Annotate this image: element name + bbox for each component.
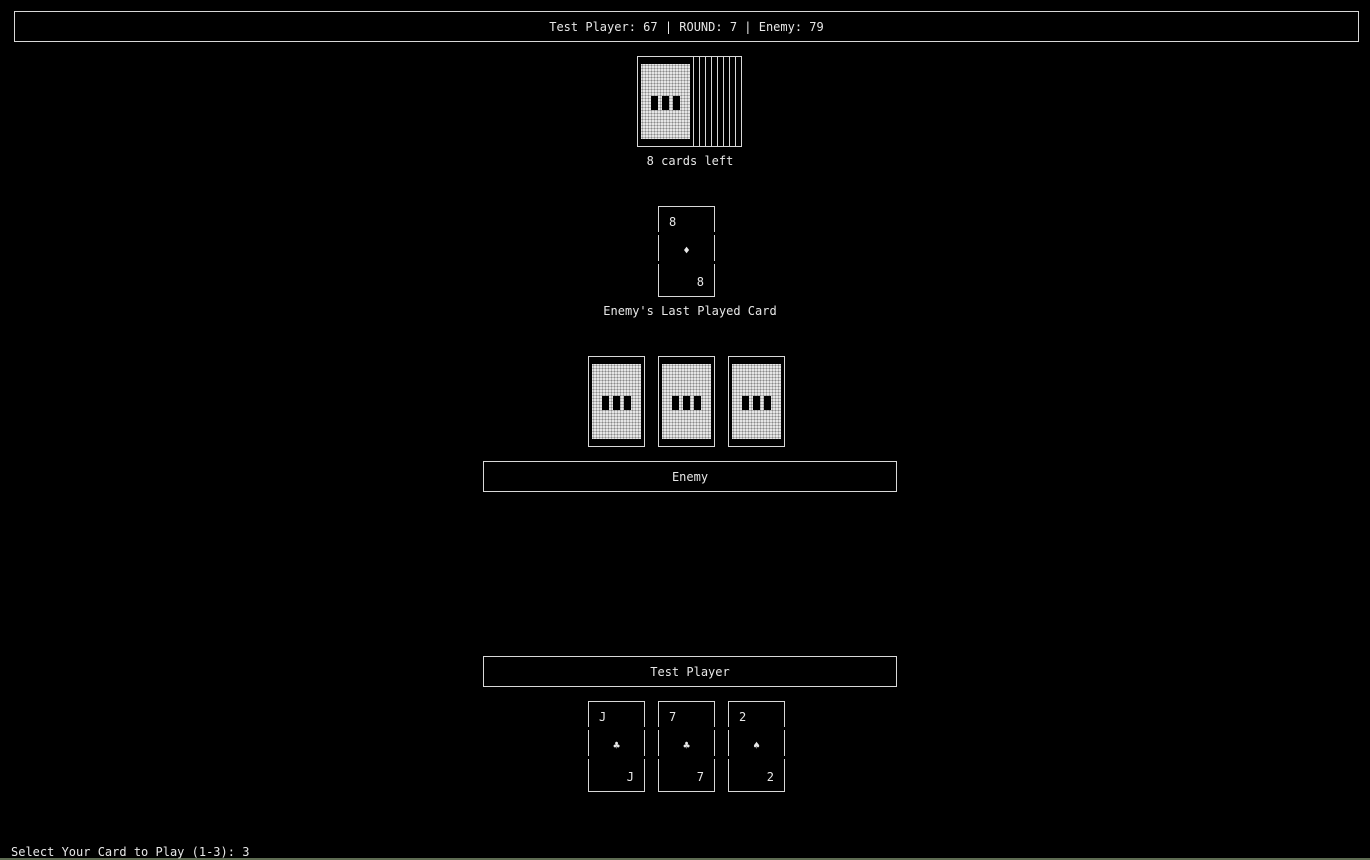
card-back-pattern	[641, 64, 690, 139]
diamond-suit-icon: ♦	[683, 244, 690, 257]
scoreboard: Test Player: 67 | ROUND: 7 | Enemy: 79	[14, 11, 1359, 42]
card-back-pattern	[662, 364, 711, 439]
card-rank-bottom: J	[626, 770, 634, 784]
enemy-hand-card	[588, 356, 645, 447]
card-rank-bottom: 8	[696, 275, 704, 289]
card-rank-top: 2	[739, 710, 747, 724]
player-hand-card-2[interactable]: 7 ♣ 7	[658, 701, 715, 792]
last-played-card: 8 ♦ 8	[658, 206, 715, 297]
player-name-bar: Test Player	[483, 656, 897, 687]
card-rank-bottom: 2	[766, 770, 774, 784]
card-rank-bottom: 7	[696, 770, 704, 784]
last-played-label: Enemy's Last Played Card	[603, 304, 777, 318]
deck-count-label: 8 cards left	[646, 154, 734, 168]
spade-suit-icon: ♠	[753, 739, 760, 752]
deck-edge	[736, 56, 742, 147]
card-rank-top: J	[599, 710, 607, 724]
scoreboard-text: Test Player: 67 | ROUND: 7 | Enemy: 79	[549, 19, 824, 34]
enemy-name-bar: Enemy	[483, 461, 897, 492]
enemy-hand-card	[728, 356, 785, 447]
card-rank-top: 8	[669, 215, 677, 229]
card-back-pattern	[592, 364, 641, 439]
player-hand-card-3[interactable]: 2 ♠ 2	[728, 701, 785, 792]
card-select-prompt[interactable]: Select Your Card to Play (1-3): 3	[11, 845, 249, 859]
card-back-pattern	[732, 364, 781, 439]
enemy-hand-card	[658, 356, 715, 447]
enemy-name: Enemy	[671, 469, 709, 484]
player-hand-card-1[interactable]: J ♣ J	[588, 701, 645, 792]
club-suit-icon: ♣	[683, 739, 690, 752]
club-suit-icon: ♣	[613, 739, 620, 752]
deck-top-card	[637, 56, 694, 147]
card-rank-top: 7	[669, 710, 677, 724]
player-name: Test Player	[650, 664, 730, 679]
